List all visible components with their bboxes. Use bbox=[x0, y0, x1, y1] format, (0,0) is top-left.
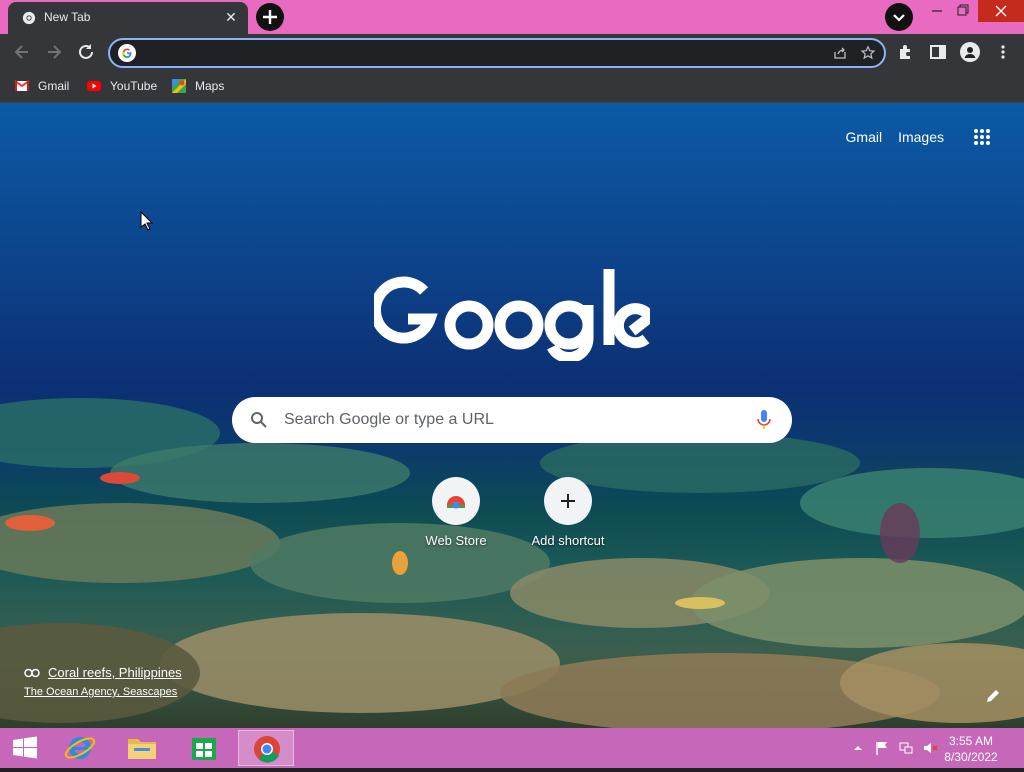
clock-time: 3:55 AM bbox=[948, 734, 994, 748]
restore-button[interactable] bbox=[948, 0, 978, 22]
attribution-title[interactable]: Coral reefs, Philippines bbox=[48, 665, 182, 680]
close-icon bbox=[995, 5, 1007, 17]
ntp-top-links: Gmail Images bbox=[846, 127, 992, 147]
microphone-icon[interactable] bbox=[756, 409, 772, 431]
shortcut-label: Web Store bbox=[425, 533, 487, 548]
taskbar-store[interactable] bbox=[176, 730, 232, 766]
youtube-icon bbox=[87, 81, 101, 91]
network-icon[interactable] bbox=[898, 740, 914, 756]
bookmark-label: Gmail bbox=[38, 79, 70, 93]
attribution-credit[interactable]: The Ocean Agency, Seascapes bbox=[24, 686, 182, 698]
search-placeholder: Search Google or type a URL bbox=[284, 411, 494, 428]
google-logo bbox=[374, 269, 650, 361]
bookmarks-bar: Gmail YouTube Maps bbox=[0, 70, 1024, 103]
bookmark-label: Maps bbox=[195, 79, 225, 93]
shortcut-label: Add shortcut bbox=[531, 533, 605, 548]
toolbar bbox=[0, 34, 1024, 70]
chrome-icon bbox=[254, 736, 280, 763]
link-icon bbox=[24, 668, 40, 677]
menu-dots-icon[interactable] bbox=[994, 43, 1012, 61]
tab-search-button[interactable] bbox=[885, 3, 913, 31]
profile-avatar[interactable] bbox=[960, 42, 980, 62]
tab-title: New Tab bbox=[44, 10, 91, 24]
chrome-icon bbox=[22, 11, 36, 25]
taskbar-file-explorer[interactable] bbox=[114, 730, 170, 766]
web-store-icon bbox=[447, 496, 465, 509]
flag-icon[interactable] bbox=[874, 740, 890, 756]
back-icon[interactable] bbox=[12, 42, 32, 62]
internet-explorer-icon bbox=[64, 737, 96, 759]
bookmark-gmail[interactable]: Gmail bbox=[14, 76, 69, 96]
clock-date: 8/30/2022 bbox=[944, 750, 998, 764]
gmail-link[interactable]: Gmail bbox=[846, 129, 883, 145]
omnibox-input[interactable] bbox=[140, 43, 804, 63]
shortcut-web-store[interactable]: Web Store bbox=[406, 477, 506, 548]
google-g-icon bbox=[118, 44, 136, 62]
shortcut-add[interactable]: Add shortcut bbox=[518, 477, 618, 548]
side-panel-icon[interactable] bbox=[929, 43, 947, 61]
reload-icon[interactable] bbox=[76, 42, 96, 62]
close-window-button[interactable] bbox=[978, 0, 1024, 22]
tab-close-button[interactable]: ✕ bbox=[224, 10, 238, 24]
maps-icon bbox=[172, 79, 186, 93]
taskbar: 3:55 AM 8/30/2022 bbox=[0, 728, 1024, 768]
search-icon bbox=[251, 412, 267, 428]
tab-strip: New Tab ✕ bbox=[0, 0, 1024, 34]
tab-new-tab[interactable]: New Tab ✕ bbox=[8, 2, 248, 34]
store-icon bbox=[192, 738, 216, 760]
ntp-search-box[interactable]: Search Google or type a URL bbox=[232, 397, 792, 443]
clock[interactable]: 3:55 AM 8/30/2022 bbox=[936, 733, 1006, 765]
apps-grid-icon[interactable] bbox=[972, 127, 992, 147]
bookmark-label: YouTube bbox=[110, 79, 158, 93]
extensions-icon[interactable] bbox=[897, 43, 915, 61]
share-icon[interactable] bbox=[832, 45, 848, 61]
restore-icon bbox=[957, 4, 969, 16]
taskbar-internet-explorer[interactable] bbox=[52, 730, 108, 766]
chevron-up-icon[interactable] bbox=[850, 740, 866, 756]
images-link[interactable]: Images bbox=[898, 129, 944, 145]
background-attribution[interactable]: Coral reefs, Philippines The Ocean Agenc… bbox=[24, 665, 182, 698]
star-icon[interactable] bbox=[860, 45, 876, 61]
new-tab-button[interactable] bbox=[256, 3, 284, 31]
person-icon bbox=[964, 47, 976, 58]
shortcut-icon-circle bbox=[544, 477, 592, 525]
pencil-icon[interactable] bbox=[984, 687, 1002, 705]
gmail-icon bbox=[14, 80, 30, 91]
folder-icon bbox=[128, 739, 156, 759]
plus-icon bbox=[263, 10, 277, 24]
bookmark-maps[interactable]: Maps bbox=[171, 76, 224, 96]
shortcut-icon-circle bbox=[432, 477, 480, 525]
taskbar-chrome[interactable] bbox=[238, 730, 294, 766]
mouse-cursor-icon bbox=[140, 211, 154, 231]
bookmark-youtube[interactable]: YouTube bbox=[86, 76, 157, 96]
chevron-down-icon bbox=[893, 14, 905, 22]
address-bar[interactable] bbox=[108, 38, 886, 68]
start-button[interactable] bbox=[0, 730, 56, 766]
forward-icon[interactable] bbox=[44, 42, 64, 62]
plus-icon bbox=[561, 494, 575, 508]
windows-logo-icon bbox=[13, 736, 37, 759]
new-tab-page: Gmail Images Search Google or type a URL bbox=[0, 103, 1024, 728]
